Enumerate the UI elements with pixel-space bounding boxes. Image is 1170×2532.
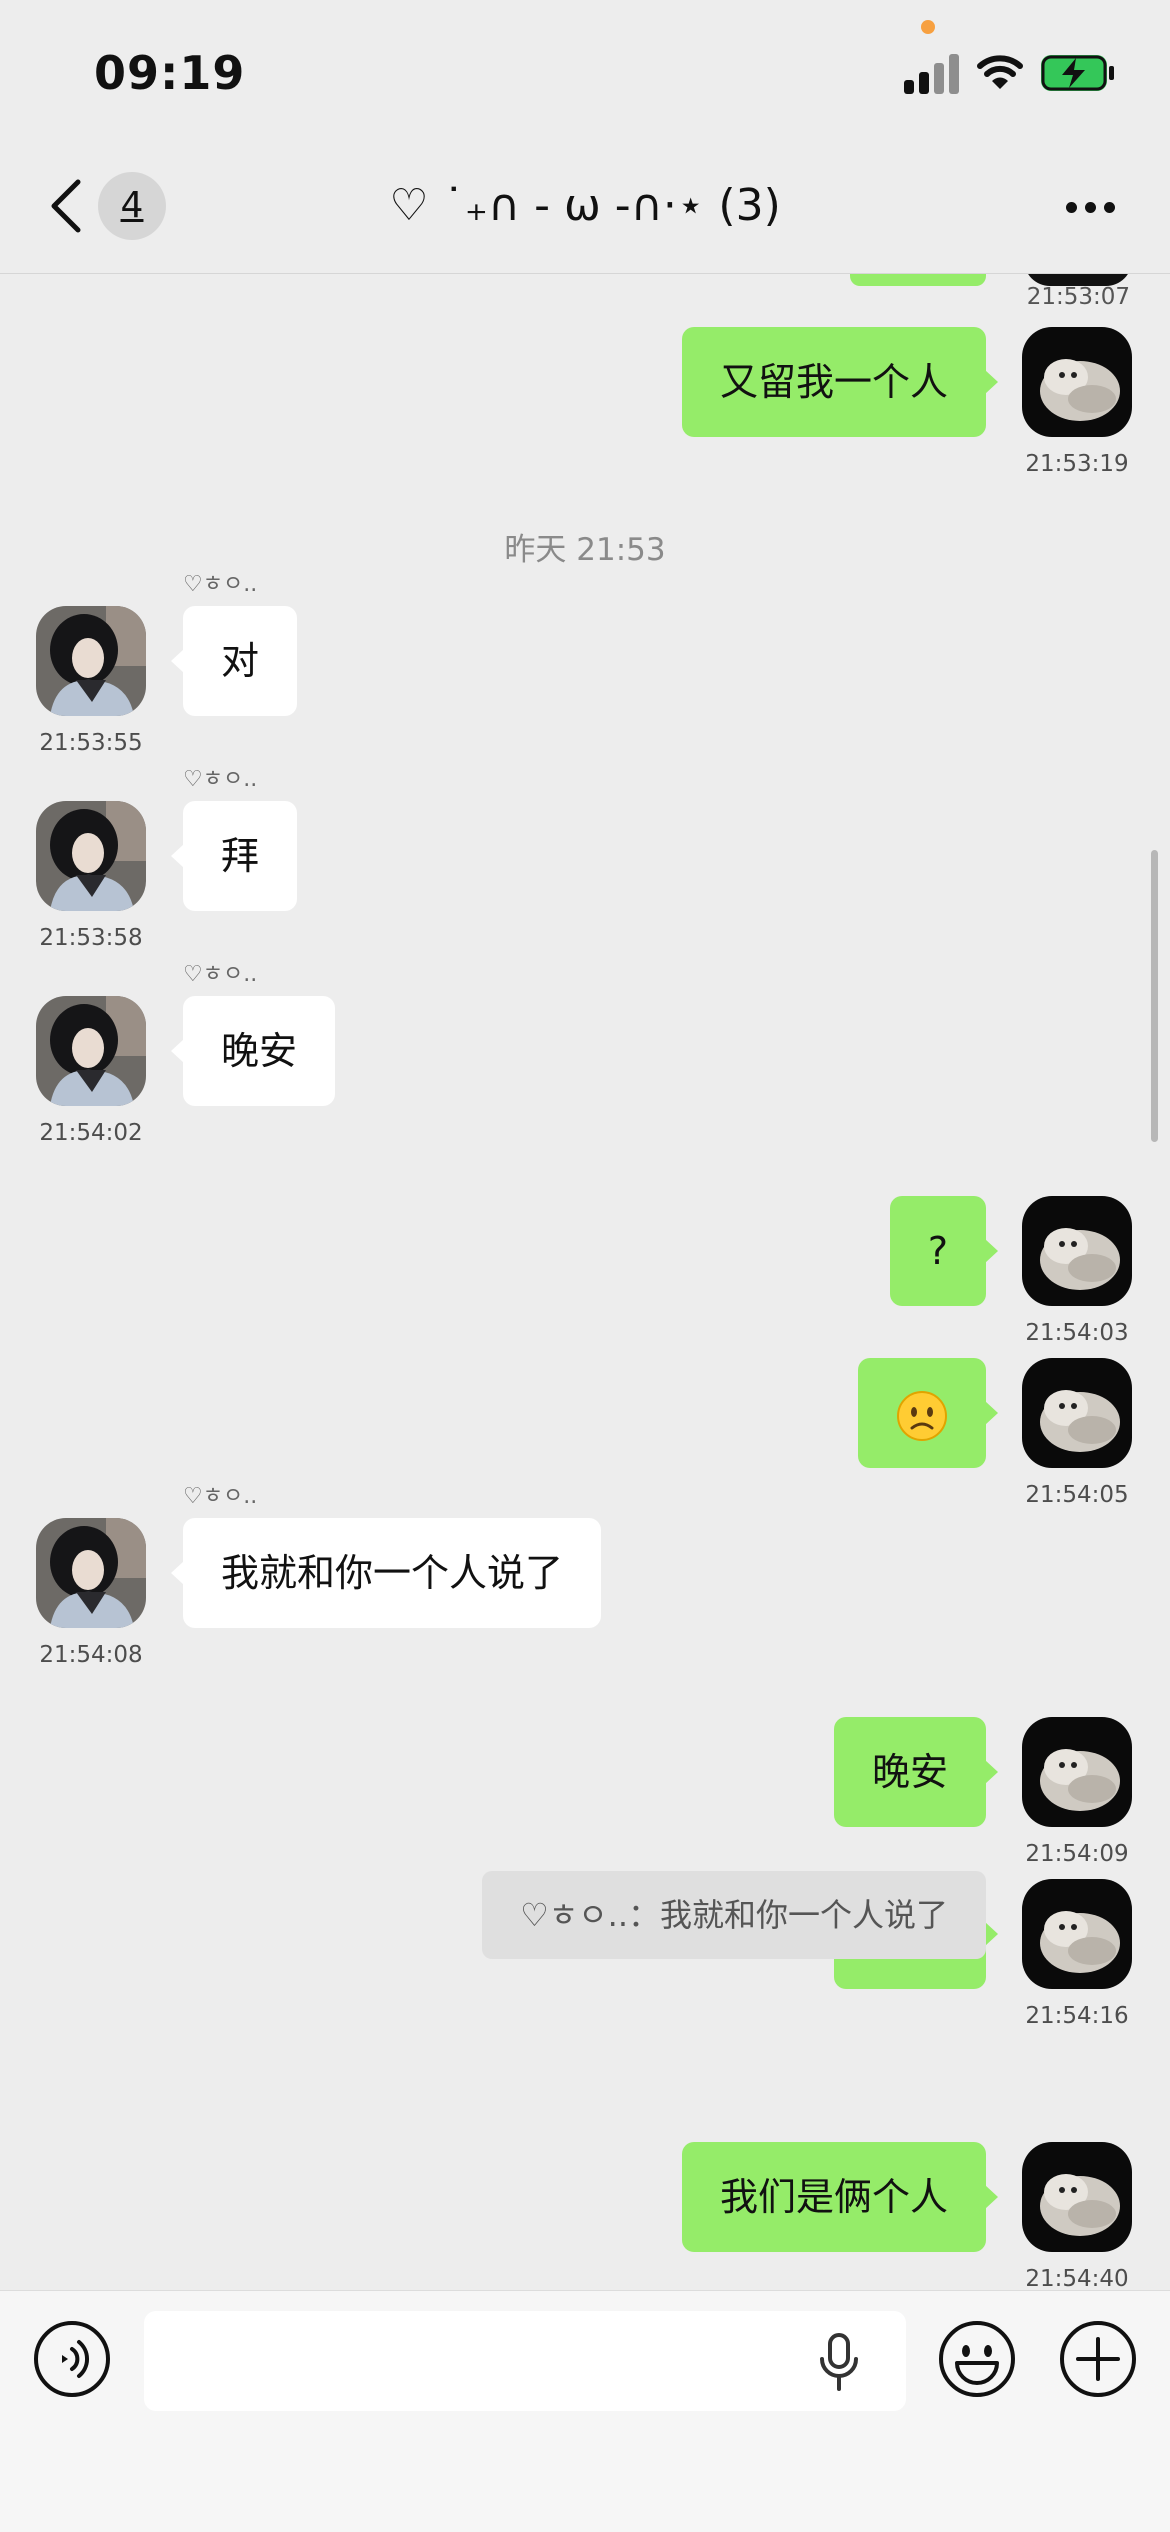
sender-name: ♡ㅎㅇ.. xyxy=(183,572,258,597)
avatar-other[interactable] xyxy=(36,996,146,1106)
message-timestamp: 21:54:40 xyxy=(1025,2266,1129,2290)
message-bubble[interactable]: 晚安 xyxy=(833,1717,999,1827)
microphone-icon[interactable] xyxy=(814,2333,864,2391)
input-bar xyxy=(0,2290,1170,2532)
voice-toggle-icon[interactable] xyxy=(32,2319,112,2399)
sender-name: ♡ㅎㅇ.. xyxy=(183,767,258,792)
message-timestamp: 21:54:03 xyxy=(1025,1320,1129,1346)
message-timestamp: 21:54:08 xyxy=(39,1642,143,1668)
status-time: 09:19 xyxy=(94,46,246,100)
wifi-icon xyxy=(977,55,1023,89)
chat-title[interactable]: ♡ ˙₊∩ - ω -∩·⋆ (3) xyxy=(250,180,920,231)
message-timestamp: 21:53:07 xyxy=(1026,284,1130,310)
message-timestamp: 21:54:09 xyxy=(1025,1841,1129,1867)
sender-name: ♡ㅎㅇ.. xyxy=(183,962,258,987)
avatar-other[interactable] xyxy=(36,1518,146,1628)
message-bubble-partial[interactable] xyxy=(850,274,986,286)
message-timestamp: 21:54:05 xyxy=(1025,1482,1129,1508)
cellular-signal-icon xyxy=(904,52,962,94)
ellipsis-icon[interactable] xyxy=(1066,202,1118,214)
sender-name: ♡ㅎㅇ.. xyxy=(183,1484,258,1509)
message-bubble[interactable] xyxy=(858,1358,998,1468)
avatar-self[interactable] xyxy=(1022,1717,1132,1827)
message-bubble[interactable]: ? xyxy=(889,1196,999,1306)
message-timestamp: 21:54:16 xyxy=(1025,2003,1129,2029)
avatar-other[interactable] xyxy=(36,606,146,716)
chat-header: 4 ♡ ˙₊∩ - ω -∩·⋆ (3) xyxy=(0,150,1170,274)
avatar-other[interactable] xyxy=(36,801,146,911)
message-input[interactable] xyxy=(144,2311,906,2411)
avatar-self[interactable] xyxy=(1022,1196,1132,1306)
avatar-self[interactable] xyxy=(1022,327,1132,437)
message-list[interactable]: 21:53:07 又留我一个人 21:53:19 昨天 21:53 ♡ㅎㅇ.. 对 21… xyxy=(0,274,1170,2290)
message-timestamp: 21:54:02 xyxy=(39,1120,143,1146)
message-bubble[interactable]: 我们是俩个人 xyxy=(681,2142,999,2252)
message-timestamp: 21:53:55 xyxy=(39,730,143,756)
plus-icon[interactable] xyxy=(1058,2319,1138,2399)
avatar-self[interactable] xyxy=(1022,1879,1132,1989)
quoted-reply[interactable]: ♡ㅎㅇ..：我就和你一个人说了 xyxy=(482,1871,986,1959)
message-bubble[interactable]: 我就和你一个人说了 xyxy=(170,1518,602,1628)
chevron-left-icon[interactable] xyxy=(44,176,88,236)
message-timestamp: 21:53:19 xyxy=(1025,451,1129,477)
time-divider: 昨天 21:53 xyxy=(504,532,666,568)
message-timestamp: 21:53:58 xyxy=(39,925,143,951)
message-bubble[interactable]: 晚安 xyxy=(170,996,336,1106)
status-bar: 09:19 xyxy=(0,0,1170,150)
frowning-face-emoji xyxy=(897,1390,947,1441)
avatar-self[interactable] xyxy=(1022,1358,1132,1468)
battery-charging-icon xyxy=(1041,55,1114,91)
emoji-icon[interactable] xyxy=(937,2319,1017,2399)
avatar-self[interactable] xyxy=(1022,2142,1132,2252)
message-bubble[interactable]: 对 xyxy=(170,606,298,716)
unread-count-badge[interactable]: 4 xyxy=(98,172,166,240)
scrollbar[interactable] xyxy=(1151,850,1158,1142)
privacy-indicator-dot xyxy=(921,20,935,34)
message-bubble[interactable]: 拜 xyxy=(170,801,298,911)
message-bubble[interactable]: 又留我一个人 xyxy=(681,327,999,437)
